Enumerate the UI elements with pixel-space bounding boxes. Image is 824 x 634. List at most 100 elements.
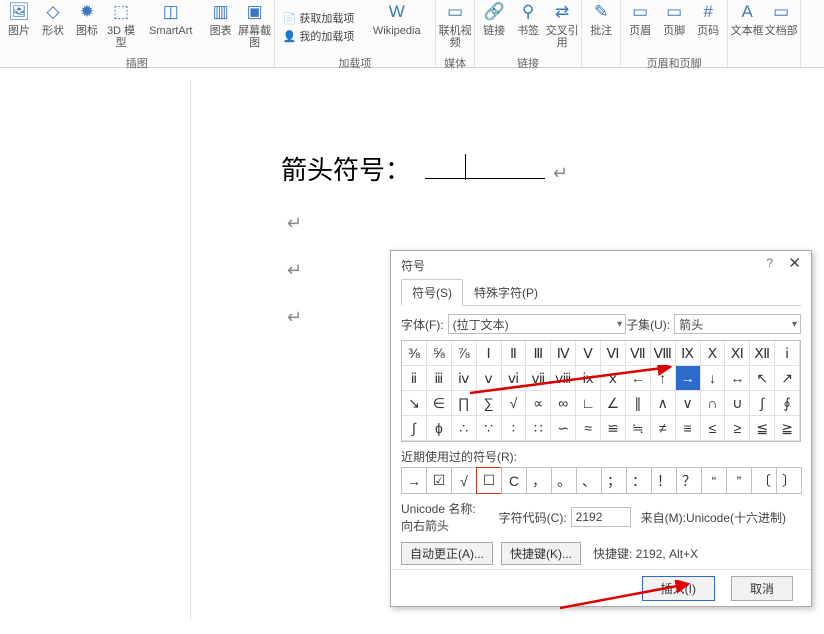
symbol-cell[interactable]: Ⅶ	[626, 341, 651, 366]
from-dropdown[interactable]: Unicode(十六进制)	[686, 509, 801, 526]
recent-symbol-cell[interactable]: C	[501, 467, 527, 494]
recent-symbol-cell[interactable]: ；	[601, 467, 627, 494]
symbol-cell[interactable]: ↗	[775, 366, 800, 391]
recent-symbol-cell[interactable]: “	[701, 467, 727, 494]
symbol-cell[interactable]: Ⅰ	[477, 341, 502, 366]
symbol-cell[interactable]: Ⅳ	[551, 341, 576, 366]
symbol-cell[interactable]: ↖	[750, 366, 775, 391]
symbol-cell[interactable]: ⅳ	[452, 366, 477, 391]
symbol-cell[interactable]: Ⅴ	[576, 341, 601, 366]
symbol-cell[interactable]: ⅸ	[576, 366, 601, 391]
ribbon-smartart-button[interactable]: ◫SmartArt	[138, 0, 204, 55]
ribbon-wordparts-button[interactable]: ▭文档部	[764, 0, 798, 55]
symbol-cell[interactable]: ∫	[402, 416, 427, 441]
symbol-cell[interactable]: ≦	[750, 416, 775, 441]
ribbon-onlinevideo-button[interactable]: ▭联机视频	[438, 0, 472, 55]
symbol-cell[interactable]: ≤	[701, 416, 726, 441]
symbol-cell[interactable]: ⅰ	[775, 341, 800, 366]
symbol-cell[interactable]: Ⅲ	[526, 341, 551, 366]
ribbon-comment-button[interactable]: ✎批注	[584, 0, 618, 55]
ribbon-textbox-button[interactable]: A文本框	[730, 0, 764, 55]
recent-symbol-cell[interactable]: ，	[526, 467, 552, 494]
ribbon-link-button[interactable]: 🔗链接	[477, 0, 511, 55]
recent-symbol-cell[interactable]: ☑	[426, 467, 452, 494]
charcode-input[interactable]: 2192	[571, 507, 631, 527]
help-icon[interactable]: ?	[766, 256, 773, 270]
ribbon-model3d-button[interactable]: ⬚3D 模型	[104, 0, 138, 55]
recent-symbol-cell[interactable]: ！	[651, 467, 677, 494]
symbol-cell[interactable]: Ⅱ	[502, 341, 527, 366]
ribbon-small-button[interactable]: 📄 获取加载项	[283, 10, 355, 28]
symbol-cell[interactable]: Ⅷ	[651, 341, 676, 366]
symbol-cell[interactable]: ⅝	[427, 341, 452, 366]
recent-symbol-cell[interactable]: 〔	[751, 467, 777, 494]
symbol-cell[interactable]: Ⅺ	[725, 341, 750, 366]
ribbon-footer-button[interactable]: ▭页脚	[657, 0, 691, 55]
ribbon-crossref-button[interactable]: ⇄交叉引用	[545, 0, 579, 55]
symbol-cell[interactable]: ∏	[452, 391, 477, 416]
symbol-cell[interactable]: ∝	[526, 391, 551, 416]
subset-dropdown[interactable]: 箭头	[674, 314, 801, 334]
symbol-cell[interactable]: ∵	[477, 416, 502, 441]
input-underline-field[interactable]	[425, 158, 545, 179]
shortcutkey-button[interactable]: 快捷键(K)...	[501, 542, 581, 565]
symbol-cell[interactable]: ≒	[626, 416, 651, 441]
symbol-cell[interactable]: ∟	[576, 391, 601, 416]
symbol-cell[interactable]: ∧	[651, 391, 676, 416]
symbol-cell[interactable]: ↘	[402, 391, 427, 416]
symbol-cell[interactable]: Ⅵ	[601, 341, 626, 366]
symbol-cell[interactable]: ≡	[676, 416, 701, 441]
symbol-cell[interactable]: ∽	[551, 416, 576, 441]
symbol-cell[interactable]: ∞	[551, 391, 576, 416]
dialog-titlebar[interactable]: 符号 ? ✕	[391, 251, 811, 279]
symbol-cell[interactable]: ⅷ	[551, 366, 576, 391]
recent-symbol-cell[interactable]: 。	[551, 467, 577, 494]
symbol-cell[interactable]: ∶	[502, 416, 527, 441]
symbol-cell[interactable]: ⅲ	[427, 366, 452, 391]
ribbon-bookmark-button[interactable]: ⚲书签	[511, 0, 545, 55]
symbol-cell[interactable]: ∮	[775, 391, 800, 416]
symbol-cell[interactable]: ɸ	[427, 416, 452, 441]
symbol-cell[interactable]: ≌	[601, 416, 626, 441]
symbol-cell[interactable]: ←	[626, 366, 651, 391]
symbol-cell[interactable]: ⅞	[452, 341, 477, 366]
ribbon-header-button[interactable]: ▭页眉	[623, 0, 657, 55]
symbol-cell[interactable]: ⅵ	[502, 366, 527, 391]
symbol-cell[interactable]: Ⅹ	[701, 341, 726, 366]
symbol-cell[interactable]: ⅶ	[526, 366, 551, 391]
tab-symbol[interactable]: 符号(S)	[401, 279, 463, 306]
ribbon-pic-button[interactable]: 🖼图片	[2, 0, 36, 55]
symbol-cell[interactable]: ⅱ	[402, 366, 427, 391]
symbol-cell[interactable]: ∑	[477, 391, 502, 416]
symbol-cell[interactable]: ≥	[725, 416, 750, 441]
symbol-cell[interactable]: √	[502, 391, 527, 416]
font-dropdown[interactable]: (拉丁文本)	[448, 314, 626, 334]
symbol-cell[interactable]: Ⅻ	[750, 341, 775, 366]
ribbon-small-button[interactable]: 👤 我的加载项	[283, 28, 355, 46]
ribbon-screenshot-button[interactable]: ▣屏幕截图	[238, 0, 272, 55]
symbol-cell[interactable]: →	[676, 366, 701, 391]
cancel-button[interactable]: 取消	[731, 576, 793, 601]
ribbon-wikipedia-button[interactable]: WWikipedia	[360, 0, 433, 55]
symbol-cell[interactable]: ≠	[651, 416, 676, 441]
recent-symbol-cell[interactable]: 〕	[776, 467, 802, 494]
recent-symbol-cell[interactable]: 、	[576, 467, 602, 494]
symbol-cell[interactable]: ∩	[701, 391, 726, 416]
recent-symbol-cell[interactable]: ？	[676, 467, 702, 494]
ribbon-iconbtn-button[interactable]: ✹图标	[70, 0, 104, 55]
symbol-cell[interactable]: ⅴ	[477, 366, 502, 391]
symbol-cell[interactable]: ∈	[427, 391, 452, 416]
symbol-cell[interactable]: ⅹ	[601, 366, 626, 391]
recent-symbol-cell[interactable]: √	[451, 467, 477, 494]
symbol-cell[interactable]: ∫	[750, 391, 775, 416]
recent-symbol-cell[interactable]: ☐	[476, 467, 502, 494]
symbol-cell[interactable]: ↑	[651, 366, 676, 391]
tab-special-chars[interactable]: 特殊字符(P)	[463, 279, 549, 306]
ribbon-pagenum-button[interactable]: #页码	[691, 0, 725, 55]
recent-symbol-cell[interactable]: ”	[726, 467, 752, 494]
ribbon-shape-button[interactable]: ◇形状	[36, 0, 70, 55]
symbol-cell[interactable]: ≈	[576, 416, 601, 441]
symbol-cell[interactable]: ∴	[452, 416, 477, 441]
symbol-cell[interactable]: ∨	[676, 391, 701, 416]
insert-button[interactable]: 插入(I)	[642, 576, 715, 601]
